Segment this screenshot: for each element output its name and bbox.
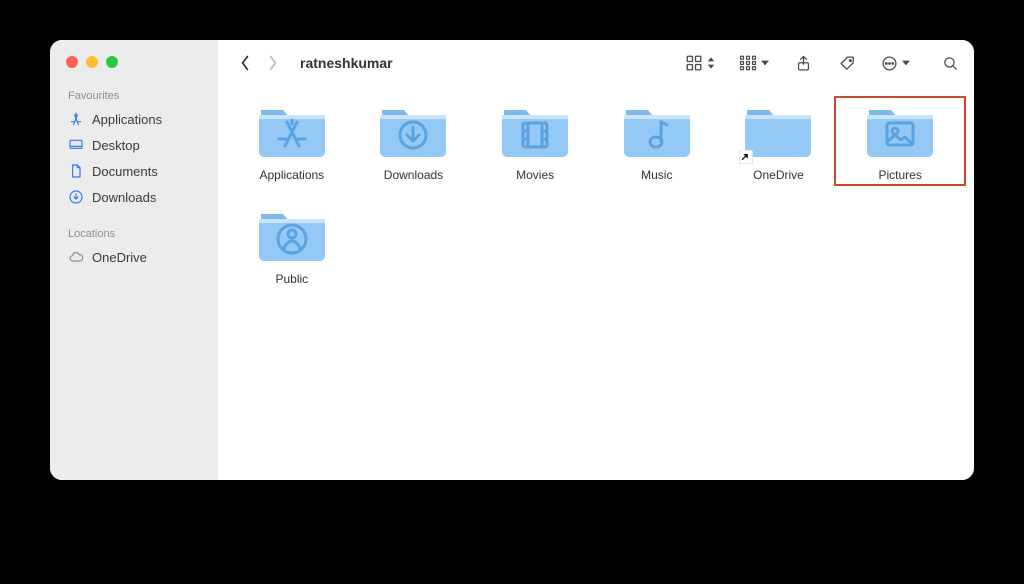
folder-icon xyxy=(255,102,329,160)
sidebar-item-downloads[interactable]: Downloads xyxy=(50,184,218,210)
folder-icon xyxy=(498,102,572,160)
download-icon xyxy=(68,189,84,205)
sidebar-item-label: OneDrive xyxy=(92,250,147,265)
sidebar-item-desktop[interactable]: Desktop xyxy=(50,132,218,158)
folder-icon xyxy=(376,102,450,160)
sidebar-section-locations-label: Locations xyxy=(50,224,218,244)
back-button[interactable] xyxy=(238,54,252,72)
folder-icon xyxy=(741,102,815,160)
maximize-window-button[interactable] xyxy=(106,56,118,68)
window-controls xyxy=(50,50,218,86)
icon-grid-area[interactable]: Applications Downloads Movies Music OneD… xyxy=(218,86,974,480)
finder-window: Favourites Applications Desktop xyxy=(50,40,974,480)
sidebar-item-label: Downloads xyxy=(92,190,156,205)
main-panel: ratneshkumar xyxy=(218,40,974,480)
nav-arrows xyxy=(232,54,290,72)
sidebar: Favourites Applications Desktop xyxy=(50,40,218,480)
folder-label: Movies xyxy=(516,168,554,182)
folder-movies[interactable]: Movies xyxy=(479,100,591,182)
sidebar-item-label: Applications xyxy=(92,112,162,127)
folder-music[interactable]: Music xyxy=(601,100,713,182)
search-button[interactable] xyxy=(940,52,960,74)
desktop-icon xyxy=(68,137,84,153)
sidebar-item-label: Documents xyxy=(92,164,158,179)
folder-public[interactable]: Public xyxy=(236,204,348,286)
folder-icon xyxy=(620,102,694,160)
view-mode-button[interactable] xyxy=(685,52,715,74)
forward-button[interactable] xyxy=(266,54,280,72)
folder-label: Public xyxy=(275,272,308,286)
share-button[interactable] xyxy=(793,52,813,74)
folder-onedrive[interactable]: OneDrive xyxy=(723,100,835,182)
cloud-icon xyxy=(68,249,84,265)
window-title: ratneshkumar xyxy=(296,55,393,71)
sidebar-item-label: Desktop xyxy=(92,138,140,153)
folder-icon xyxy=(863,102,937,160)
sidebar-section-favourites-label: Favourites xyxy=(50,86,218,106)
toolbar: ratneshkumar xyxy=(218,40,974,86)
sidebar-item-documents[interactable]: Documents xyxy=(50,158,218,184)
folder-label: Applications xyxy=(259,168,324,182)
document-icon xyxy=(68,163,84,179)
sidebar-item-onedrive[interactable]: OneDrive xyxy=(50,244,218,270)
minimize-window-button[interactable] xyxy=(86,56,98,68)
folder-label: Pictures xyxy=(878,168,921,182)
close-window-button[interactable] xyxy=(66,56,78,68)
tags-button[interactable] xyxy=(837,52,857,74)
group-by-button[interactable] xyxy=(739,52,769,74)
folder-label: Music xyxy=(641,168,672,182)
folder-label: Downloads xyxy=(384,168,443,182)
folder-pictures[interactable]: Pictures xyxy=(844,100,956,182)
app-store-icon xyxy=(68,111,84,127)
actions-button[interactable] xyxy=(881,52,910,74)
sidebar-item-applications[interactable]: Applications xyxy=(50,106,218,132)
folder-downloads[interactable]: Downloads xyxy=(358,100,470,182)
toolbar-right xyxy=(685,52,960,74)
folder-label: OneDrive xyxy=(753,168,804,182)
folder-applications[interactable]: Applications xyxy=(236,100,348,182)
folder-icon xyxy=(255,206,329,264)
